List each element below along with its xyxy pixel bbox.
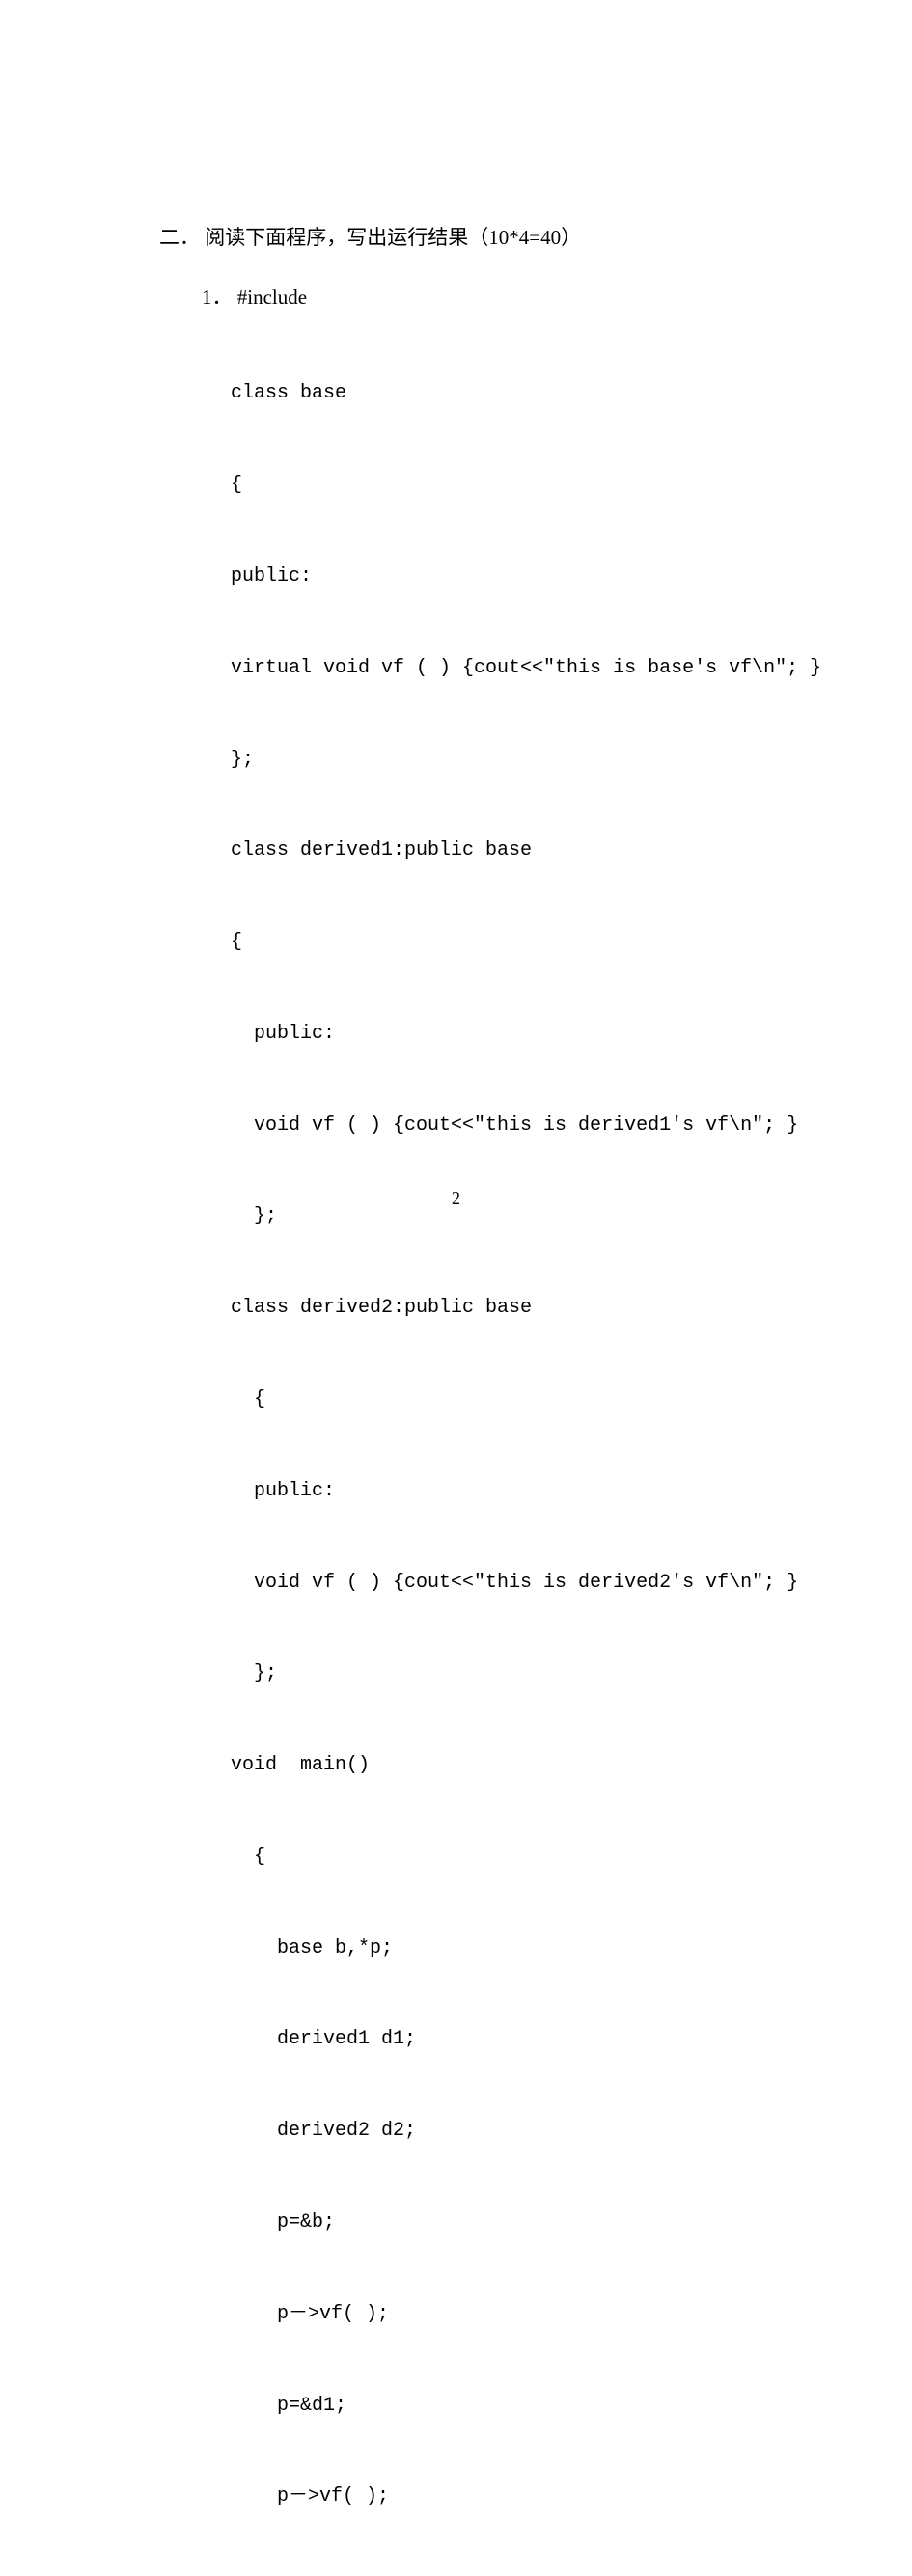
- code-line: void vf ( ) {cout<<"this is derived2's v…: [231, 1568, 815, 1599]
- code-line: void vf ( ) {cout<<"this is derived1's v…: [231, 1110, 815, 1141]
- code-line: public:: [231, 1019, 815, 1050]
- code-line: };: [231, 1658, 815, 1689]
- include-directive: #include: [237, 286, 307, 309]
- question-block: 1． #include class base { public: virtual…: [159, 282, 815, 2576]
- code-line: {: [231, 927, 815, 958]
- section-heading: 二． 阅读下面程序，写出运行结果（10*4=40）: [159, 222, 815, 255]
- code-line: virtual void vf ( ) {cout<<"this is base…: [231, 653, 815, 684]
- code-line: base b,*p;: [231, 1933, 815, 1964]
- code-line: public:: [231, 1476, 815, 1507]
- code-line: void main(): [231, 1750, 815, 1781]
- code-line: {: [231, 470, 815, 501]
- code-line: p=&b;: [231, 2207, 815, 2238]
- code-line: class derived1:public base: [231, 836, 815, 866]
- code-line: p=&d2;: [231, 2573, 815, 2576]
- code-line: p=&d1;: [231, 2391, 815, 2422]
- code-line: p－>vf( );: [231, 2299, 815, 2330]
- page-number: 2: [0, 1189, 912, 1209]
- code-line: class derived2:public base: [231, 1293, 815, 1324]
- code-line: derived2 d2;: [231, 2116, 815, 2147]
- code-line: public:: [231, 562, 815, 592]
- code-block: class base { public: virtual void vf ( )…: [202, 317, 815, 2576]
- code-line: {: [231, 1842, 815, 1873]
- question-number: 1．: [202, 286, 233, 309]
- code-line: class base: [231, 378, 815, 409]
- heading-prefix: 二．: [159, 226, 200, 249]
- code-line: {: [231, 1384, 815, 1415]
- question-first-line: 1． #include: [202, 282, 815, 315]
- code-line: p－>vf( );: [231, 2481, 815, 2512]
- code-line: };: [231, 745, 815, 776]
- heading-text: 阅读下面程序，写出运行结果（10*4=40）: [205, 226, 581, 249]
- document-page: 二． 阅读下面程序，写出运行结果（10*4=40） 1． #include cl…: [0, 0, 912, 2576]
- code-line: derived1 d1;: [231, 2024, 815, 2055]
